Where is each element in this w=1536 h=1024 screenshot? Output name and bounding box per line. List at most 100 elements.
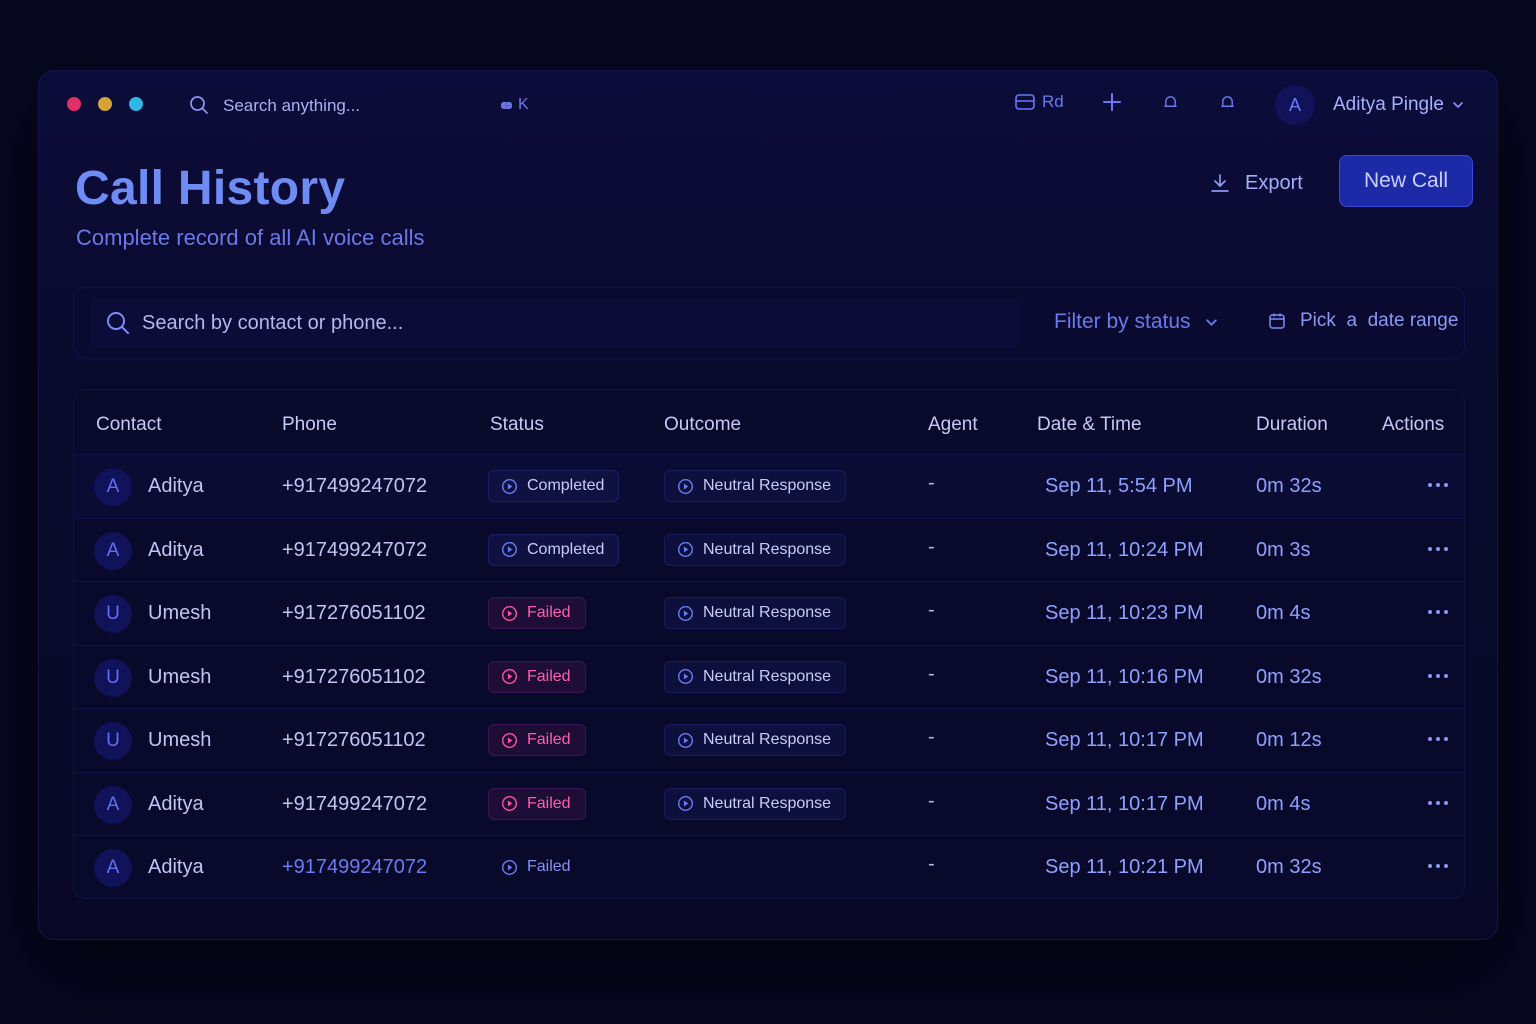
column-header-status[interactable]: Status — [490, 414, 544, 436]
outcome-label: Neutral Response — [703, 604, 832, 621]
table-row[interactable]: U Umesh +917276051102 Failed Neutral Respons… — [74, 581, 1464, 644]
user-menu[interactable]: A Aditya Pingle — [1275, 85, 1464, 125]
play-circle-icon — [501, 668, 518, 685]
column-header-date-time[interactable]: Date & Time — [1037, 414, 1142, 436]
contact-name[interactable]: Umesh — [148, 602, 211, 625]
phone-number: +917276051102 — [282, 665, 426, 688]
table-row[interactable]: A Aditya +917499247072 Completed Neutral Res… — [74, 454, 1464, 517]
play-circle-icon — [501, 859, 518, 875]
more-horizontal-icon — [1428, 673, 1448, 678]
close-dot[interactable] — [67, 97, 81, 111]
more-horizontal-icon — [1428, 610, 1448, 614]
status-badge: Failed — [488, 597, 586, 629]
contact-name[interactable]: Aditya — [148, 793, 204, 816]
avatar: U — [94, 595, 132, 633]
shortcut-hint: K — [499, 96, 529, 114]
outcome-label: Neutral Response — [703, 731, 832, 748]
table-row[interactable]: A Aditya +917499247072 Completed Neutral Res… — [74, 517, 1464, 581]
card-icon — [1015, 94, 1035, 110]
filter-bar: Search by contact or phone... Filter by … — [73, 287, 1465, 359]
duration-value: 0m 32s — [1256, 856, 1322, 878]
status-filter-select[interactable]: Filter by status — [1054, 310, 1218, 334]
more-horizontal-icon — [1428, 737, 1448, 741]
app-window: Search anything... K Rd A Aditya Pingle … — [38, 70, 1498, 940]
alerts-button[interactable] — [1219, 94, 1236, 111]
agent-value: - — [928, 662, 935, 685]
new-call-button[interactable]: New Call — [1339, 155, 1473, 207]
status-label: Completed — [527, 540, 605, 558]
play-circle-icon — [501, 541, 518, 558]
contact-name[interactable]: Aditya — [148, 475, 204, 498]
date-time-value: Sep 11, 10:16 PM — [1045, 665, 1204, 688]
maximize-dot[interactable] — [129, 97, 143, 111]
column-header-phone[interactable]: Phone — [282, 414, 337, 436]
avatar: U — [94, 722, 132, 760]
phone-number: +917499247072 — [282, 792, 428, 815]
user-name: Aditya Pingle — [1333, 94, 1444, 115]
date-time-value: Sep 11, 10:23 PM — [1045, 602, 1204, 624]
shortcut-key: K — [518, 96, 529, 113]
duration-value: 0m 32s — [1256, 665, 1322, 688]
command-icon — [500, 101, 513, 109]
play-circle-icon — [677, 668, 694, 685]
agent-value: - — [928, 726, 935, 748]
avatar: U — [94, 658, 132, 697]
row-actions-button[interactable] — [1426, 537, 1450, 561]
agent-value: - — [928, 853, 935, 875]
column-header-actions: Actions — [1382, 414, 1445, 435]
avatar: A — [94, 468, 132, 506]
contact-name[interactable]: Umesh — [148, 729, 211, 752]
agent-value: - — [928, 789, 935, 812]
workspace-button[interactable]: Rd — [1014, 91, 1064, 113]
column-header-duration[interactable]: Duration — [1256, 414, 1328, 436]
contact-name[interactable]: Aditya — [148, 856, 204, 879]
date-time-value: Sep 11, 10:21 PM — [1045, 856, 1204, 878]
row-actions-button[interactable] — [1426, 473, 1450, 497]
duration-value: 0m 32s — [1256, 475, 1322, 497]
status-label: Completed — [527, 477, 605, 494]
global-search[interactable]: Search anything... K — [171, 83, 551, 127]
page-subtitle: Complete record of all AI voice calls — [76, 225, 425, 250]
status-label: Failed — [527, 731, 571, 748]
agent-value: - — [928, 472, 935, 494]
play-circle-icon — [677, 795, 694, 812]
row-actions-button[interactable] — [1426, 791, 1450, 815]
export-button[interactable]: Export — [1209, 163, 1303, 203]
table-row[interactable]: U Umesh +917276051102 Failed Neutral Respons… — [74, 708, 1464, 771]
column-header-outcome[interactable]: Outcome — [664, 414, 741, 436]
date-range-picker[interactable]: Pick a date range — [1268, 310, 1458, 332]
table-row[interactable]: A Aditya +917499247072 Failed Neutral Respon… — [74, 771, 1464, 835]
contact-name[interactable]: Umesh — [148, 666, 211, 689]
duration-value: 0m 4s — [1256, 602, 1311, 624]
minimize-dot[interactable] — [98, 97, 112, 111]
column-header-contact[interactable]: Contact — [96, 414, 161, 436]
column-header-agent[interactable]: Agent — [928, 414, 978, 436]
agent-value: - — [928, 535, 935, 558]
user-avatar: A — [1275, 85, 1315, 125]
contact-name[interactable]: Aditya — [148, 539, 204, 562]
table-row[interactable]: A Aditya +917499247072 Failed - Sep 11, 10:21… — [74, 835, 1464, 898]
chevron-down-icon — [1453, 102, 1463, 109]
bell-icon — [1164, 95, 1177, 107]
agent-value: - — [928, 599, 935, 621]
duration-value: 0m 4s — [1256, 792, 1311, 815]
outcome-badge: Neutral Response — [664, 660, 847, 693]
search-icon — [107, 312, 129, 334]
row-actions-button[interactable] — [1426, 664, 1450, 688]
row-actions-button[interactable] — [1426, 854, 1450, 878]
row-actions-button[interactable] — [1426, 727, 1450, 751]
row-actions-button[interactable] — [1426, 600, 1450, 624]
avatar: A — [94, 531, 132, 570]
more-horizontal-icon — [1428, 546, 1448, 551]
notifications-button[interactable] — [1162, 94, 1179, 111]
status-label: Failed — [527, 858, 571, 875]
add-button[interactable] — [1102, 92, 1122, 112]
play-circle-icon — [677, 732, 694, 748]
outcome-badge: Neutral Response — [664, 787, 847, 820]
phone-number: +917499247072 — [282, 856, 428, 878]
phone-number: +917499247072 — [282, 538, 428, 561]
play-circle-icon — [501, 795, 518, 812]
contact-search-input[interactable]: Search by contact or phone... — [90, 298, 1020, 348]
table-row[interactable]: U Umesh +917276051102 Failed Neutral Respons… — [74, 644, 1464, 708]
play-circle-icon — [677, 541, 694, 558]
